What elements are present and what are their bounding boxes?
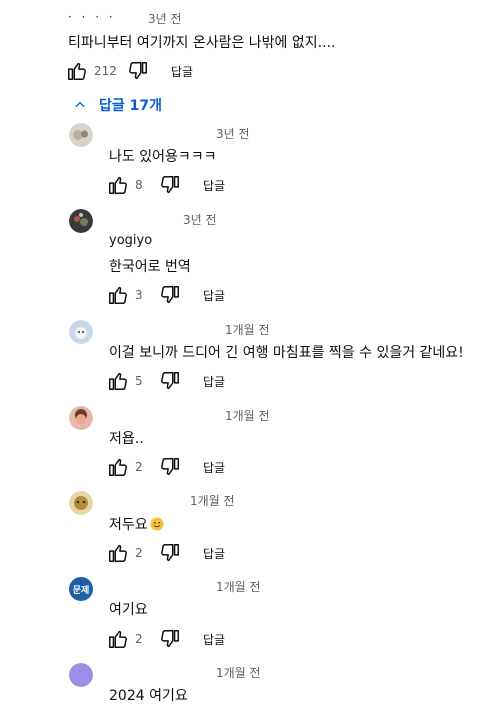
like-count: 3 — [135, 288, 143, 302]
thumbs-up-icon[interactable] — [107, 542, 129, 564]
like-count: 2 — [135, 460, 143, 474]
avatar[interactable] — [69, 406, 93, 430]
thumbs-down-icon[interactable] — [159, 628, 181, 650]
reply-actions: 3 답글 — [107, 284, 225, 306]
reply-text: 저두요 — [109, 514, 164, 534]
top-comment-actions: 212 답글 — [66, 60, 193, 82]
reply-time[interactable]: 3년 전 — [183, 211, 217, 228]
thumbs-down-icon[interactable] — [159, 174, 181, 196]
reply-text-content: 저두요 — [109, 517, 148, 533]
reply-actions: 5 답글 — [107, 370, 225, 392]
top-comment-text: 티파니부터 여기까지 온사람은 나밖에 없지.... — [68, 35, 336, 51]
reply-button[interactable]: 답글 — [203, 373, 225, 390]
thumbs-down-icon[interactable] — [159, 284, 181, 306]
reply-time[interactable]: 1개월 전 — [225, 407, 270, 424]
smiling-face-emoji-icon — [150, 517, 164, 531]
replies-toggle-button[interactable]: 답글 17개 — [73, 95, 162, 115]
avatar[interactable]: 문제 — [69, 577, 93, 601]
avatar[interactable] — [69, 209, 93, 233]
chevron-up-icon — [75, 101, 85, 108]
thumbs-down-icon[interactable] — [159, 370, 181, 392]
thumbs-up-icon[interactable] — [66, 60, 88, 82]
reply-text: 2024 여기요 — [109, 688, 188, 704]
like-count: 5 — [135, 374, 143, 388]
thumbs-up-icon[interactable] — [107, 456, 129, 478]
like-count: 8 — [135, 178, 143, 192]
reply-text: 한국어로 번역 — [109, 259, 191, 275]
reply-actions: 2 답글 — [107, 456, 225, 478]
reply-button[interactable]: 답글 — [203, 545, 225, 562]
reply-time[interactable]: 1개월 전 — [225, 321, 270, 338]
reply-actions: 8 답글 — [107, 174, 225, 196]
thumbs-down-icon[interactable] — [127, 60, 149, 82]
reply-button[interactable]: 답글 — [203, 177, 225, 194]
avatar-initials: 문제 — [72, 585, 90, 596]
reply-author[interactable]: yogiyo — [109, 233, 152, 248]
like-count: 2 — [135, 632, 143, 646]
avatar[interactable] — [69, 123, 93, 147]
thumbs-up-icon[interactable] — [107, 284, 129, 306]
avatar[interactable] — [69, 663, 93, 687]
reply-time[interactable]: 3년 전 — [216, 125, 250, 142]
avatar[interactable] — [69, 320, 93, 344]
thumbs-up-icon[interactable] — [107, 628, 129, 650]
reply-actions: 2 답글 — [107, 628, 225, 650]
reply-time[interactable]: 1개월 전 — [216, 664, 261, 681]
thumbs-up-icon[interactable] — [107, 370, 129, 392]
reply-button[interactable]: 답글 — [203, 631, 225, 648]
avatar[interactable] — [69, 491, 93, 515]
reply-time[interactable]: 1개월 전 — [190, 492, 235, 509]
reply-button[interactable]: 답글 — [171, 63, 193, 80]
replies-toggle-label: 답글 17개 — [99, 98, 162, 114]
reply-button[interactable]: 답글 — [203, 459, 225, 476]
top-comment-author-fragment[interactable]: · · · · — [68, 10, 116, 24]
top-comment-time[interactable]: 3년 전 — [148, 10, 182, 27]
reply-text: 여기요 — [109, 602, 148, 618]
thumbs-down-icon[interactable] — [159, 542, 181, 564]
reply-text: 나도 있어용ㅋㅋㅋ — [109, 149, 217, 165]
reply-text: 저욥.. — [109, 431, 144, 447]
reply-actions: 2 답글 — [107, 542, 225, 564]
reply-time[interactable]: 1개월 전 — [216, 578, 261, 595]
reply-button[interactable]: 답글 — [203, 287, 225, 304]
thumbs-up-icon[interactable] — [107, 174, 129, 196]
like-count: 212 — [94, 64, 117, 78]
thumbs-down-icon[interactable] — [159, 456, 181, 478]
reply-text: 이걸 보니까 드디어 긴 여행 마침표를 찍을 수 있을거 같네요! — [109, 345, 464, 361]
like-count: 2 — [135, 546, 143, 560]
